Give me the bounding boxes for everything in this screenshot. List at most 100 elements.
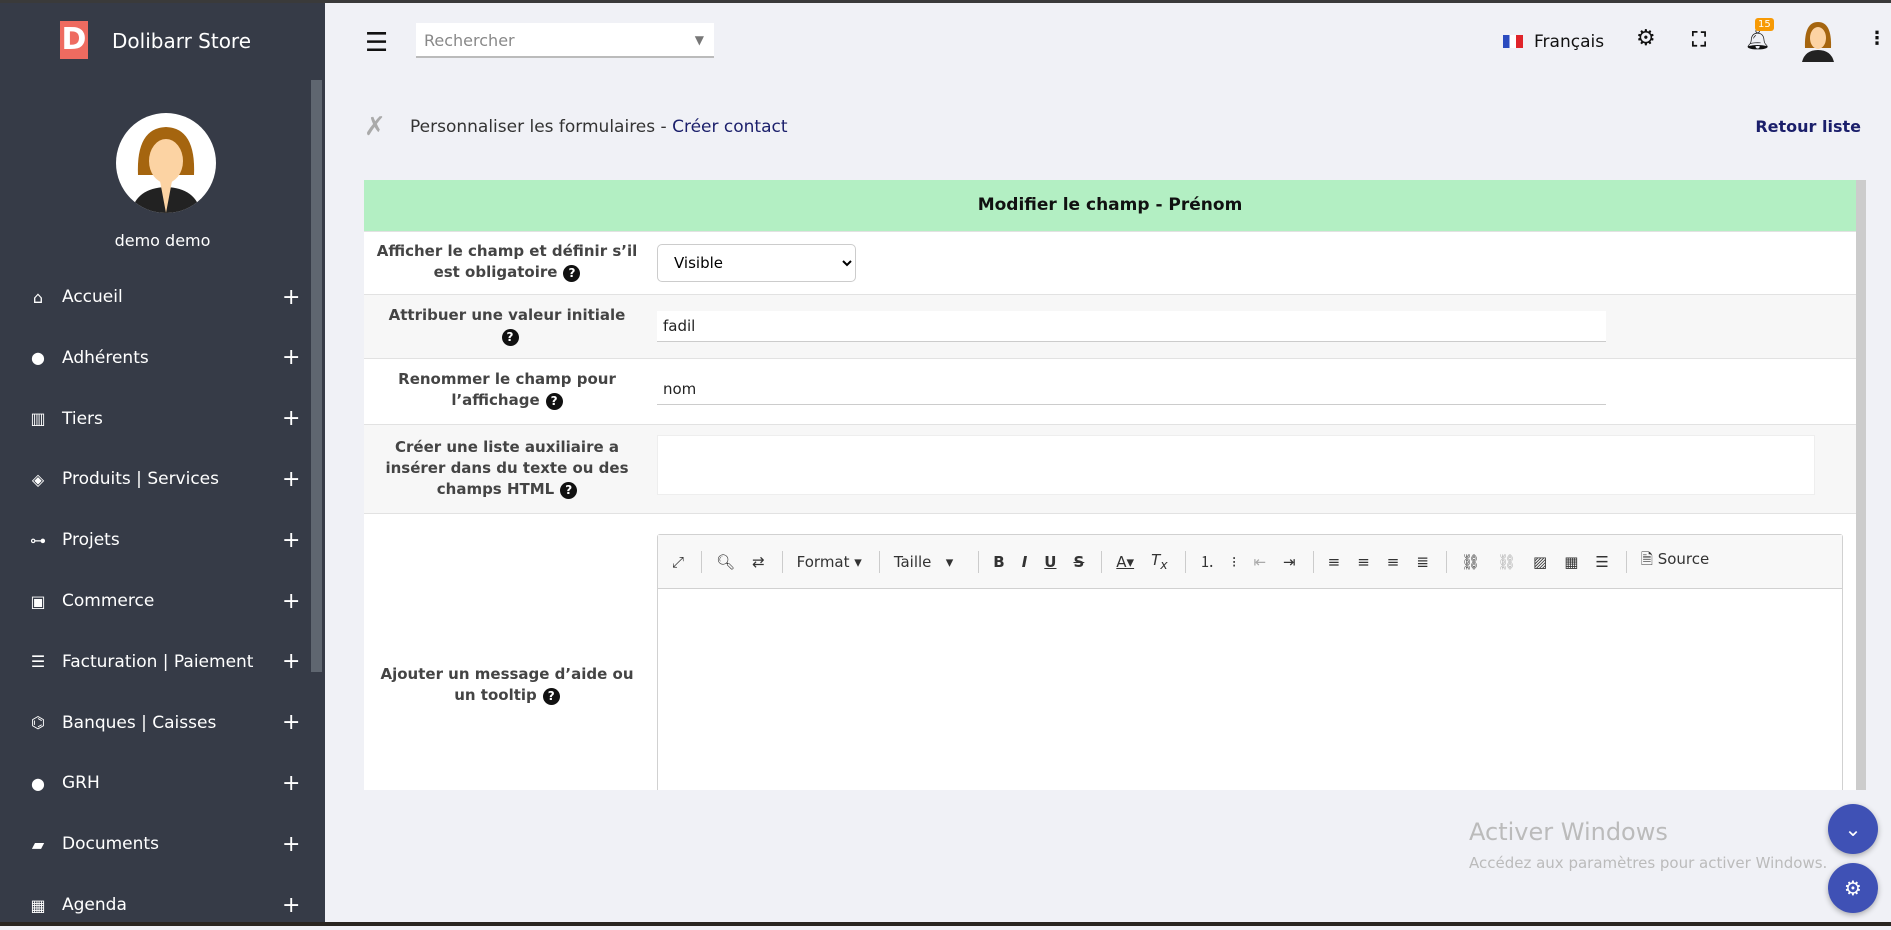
sidebar-item-documents[interactable]: ▰ Documents + <box>0 819 310 869</box>
form-scrollbar[interactable] <box>1856 180 1866 790</box>
sidebar-item-label: GRH <box>62 773 100 794</box>
italic-icon[interactable]: I <box>1022 553 1028 571</box>
help-icon[interactable]: ? <box>501 329 519 346</box>
sidebar-item-banques-caisses[interactable]: ⌬ Banques | Caisses + <box>0 698 310 748</box>
unlink-icon[interactable]: ⛓ <box>1497 553 1516 571</box>
user-tie-icon: ● <box>31 773 45 793</box>
fullscreen-icon[interactable]: ⛶ <box>1692 27 1706 51</box>
expand-plus-icon[interactable]: + <box>282 345 300 370</box>
back-to-list-link[interactable]: Retour liste <box>1755 117 1861 136</box>
wrench-screwdriver-icon: ✗ <box>364 112 386 142</box>
expand-plus-icon[interactable]: + <box>282 893 300 918</box>
brand-name[interactable]: Dolibarr Store <box>112 29 251 53</box>
source-label: Source <box>1657 550 1710 568</box>
user-avatar[interactable] <box>116 113 216 213</box>
coins-icon: ☰ <box>30 652 46 672</box>
expand-plus-icon[interactable]: + <box>282 771 300 796</box>
field-label: Afficher le champ et définir s’il est ob… <box>364 241 650 283</box>
source-button[interactable]: 🗎 Source <box>1641 549 1709 574</box>
sidebar-item-label: Facturation | Paiement <box>62 651 254 672</box>
field-label: Renommer le champ pour l’affichage? <box>364 369 650 411</box>
title-link[interactable]: Créer contact <box>672 117 787 137</box>
label-text: Renommer le champ pour l’affichage <box>398 370 616 409</box>
initial-value-input[interactable]: fadil <box>657 311 1606 342</box>
user-name[interactable]: demo demo <box>0 231 325 250</box>
text-color-icon[interactable]: A▾ <box>1116 553 1134 571</box>
search-input[interactable]: Rechercher ▼ <box>416 23 714 58</box>
language-selector[interactable]: Français <box>1534 32 1604 52</box>
sidebar-item-facturation-paiement[interactable]: ☰ Facturation | Paiement + <box>0 637 310 687</box>
menu-toggle-icon[interactable]: ☰ <box>365 28 388 58</box>
indent-icon[interactable]: ⇥ <box>1283 553 1296 571</box>
expand-plus-icon[interactable]: + <box>282 710 300 735</box>
sidebar-item-accueil[interactable]: ⌂ Accueil + <box>0 272 310 322</box>
scroll-down-button[interactable]: ⌄ <box>1828 804 1878 854</box>
find-icon[interactable]: 🔍︎ <box>716 553 735 571</box>
bullet-list-icon[interactable]: ⁝ <box>1232 553 1237 571</box>
align-center-icon[interactable]: ≡ <box>1357 553 1370 571</box>
bold-icon[interactable]: B <box>993 553 1004 571</box>
building-icon: ▥ <box>30 409 46 429</box>
expand-plus-icon[interactable]: + <box>282 589 300 614</box>
gear-icon[interactable]: ⚙ <box>1636 26 1656 51</box>
expand-plus-icon[interactable]: + <box>282 406 300 431</box>
help-icon[interactable]: ? <box>560 482 578 499</box>
link-icon[interactable]: ⛓ <box>1461 553 1480 571</box>
align-justify-icon[interactable]: ≣ <box>1416 553 1429 571</box>
bank-icon: ⌬ <box>31 713 45 733</box>
sidebar-item-tiers[interactable]: ▥ Tiers + <box>0 394 310 444</box>
label-text: Créer une liste auxiliaire a insérer dan… <box>385 438 629 498</box>
sidebar-item-commerce[interactable]: ▣ Commerce + <box>0 576 310 626</box>
sidebar-item-grh[interactable]: ● GRH + <box>0 758 310 808</box>
flag-fr-icon <box>1503 35 1523 48</box>
expand-plus-icon[interactable]: + <box>282 649 300 674</box>
label-text: Attribuer une valeur initiale <box>388 306 626 324</box>
strikethrough-icon[interactable]: S <box>1073 553 1084 571</box>
sidebar-item-produits-services[interactable]: ◈ Produits | Services + <box>0 454 310 504</box>
expand-plus-icon[interactable]: + <box>282 832 300 857</box>
search-placeholder: Rechercher <box>424 31 515 50</box>
more-vertical-icon[interactable]: ⋮ <box>1868 28 1886 49</box>
user-avatar-small[interactable] <box>1800 20 1836 67</box>
maximize-icon[interactable]: ⤢ <box>672 553 684 571</box>
folder-icon: ▰ <box>31 834 45 854</box>
sidebar-item-label: Documents <box>62 834 159 855</box>
image-icon[interactable]: ▨ <box>1533 553 1547 571</box>
remove-format-icon[interactable]: Tx <box>1151 551 1168 572</box>
format-dropdown[interactable]: Format ▾ <box>797 553 862 571</box>
sidebar-scrollbar[interactable] <box>311 80 322 672</box>
expand-plus-icon[interactable]: + <box>282 528 300 553</box>
sidebar-item-adhérents[interactable]: ● Adhérents + <box>0 333 310 383</box>
numbered-list-icon[interactable]: ⒈ <box>1200 551 1215 572</box>
briefcase-icon: ▣ <box>30 591 46 611</box>
calendar-icon: ▦ <box>30 895 46 915</box>
size-dropdown[interactable]: Taille ▾ <box>894 553 953 571</box>
replace-icon[interactable]: ⇄ <box>752 553 765 571</box>
windows-watermark-title: Activer Windows <box>1469 818 1668 846</box>
expand-plus-icon[interactable]: + <box>282 285 300 310</box>
align-right-icon[interactable]: ≡ <box>1387 553 1400 571</box>
table-icon[interactable]: ▦ <box>1564 553 1578 571</box>
auxiliary-list-textarea[interactable] <box>657 435 1815 495</box>
form-header: Modifier le champ - Prénom <box>364 180 1856 231</box>
settings-fab-gear-icon[interactable]: ⚙ <box>1828 863 1878 913</box>
rich-text-editor[interactable]: ⤢ 🔍︎ ⇄ Format ▾ Taille ▾ B I U S A▾ Tx ⒈… <box>657 534 1843 790</box>
logo[interactable]: D <box>60 21 88 59</box>
outdent-icon[interactable]: ⇤ <box>1253 553 1266 571</box>
help-icon[interactable]: ? <box>542 688 560 705</box>
visibility-select[interactable]: Visible <box>657 244 856 282</box>
page-title: Personnaliser les formulaires - Créer co… <box>410 117 788 137</box>
underline-icon[interactable]: U <box>1044 553 1056 571</box>
horizontal-rule-icon[interactable]: ☰ <box>1595 553 1608 571</box>
field-label: Ajouter un message d’aide ou un tooltip? <box>364 664 650 706</box>
sidebar-item-projets[interactable]: ⊶ Projets + <box>0 515 310 565</box>
help-icon[interactable]: ? <box>545 393 563 410</box>
help-icon[interactable]: ? <box>563 265 581 282</box>
rename-field-input[interactable]: nom <box>657 374 1606 405</box>
format-label: Format <box>796 552 850 571</box>
title-text: Personnaliser les formulaires - <box>410 117 673 137</box>
field-label: Attribuer une valeur initiale? <box>364 305 650 347</box>
label-text: Ajouter un message d’aide ou un tooltip <box>380 665 634 704</box>
align-left-icon[interactable]: ≡ <box>1328 553 1341 571</box>
expand-plus-icon[interactable]: + <box>282 467 300 492</box>
